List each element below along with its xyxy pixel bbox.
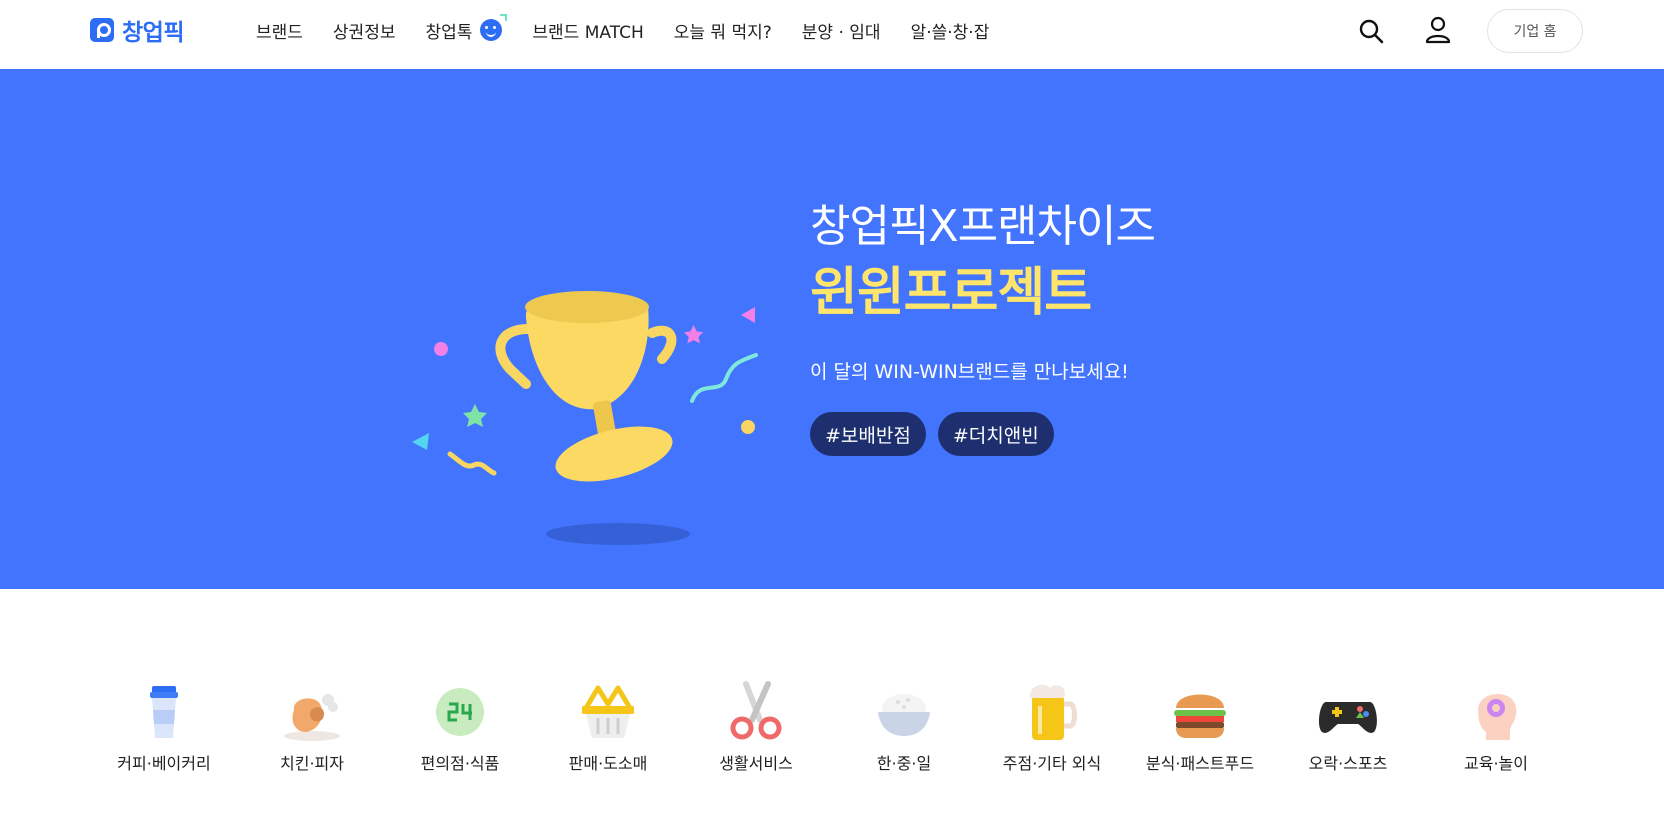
category-education-play[interactable]: 교육·놀이 <box>1422 680 1570 780</box>
brain-head-icon <box>1478 693 1517 740</box>
category-label: 분식·패스트푸드 <box>1145 754 1255 773</box>
user-icon[interactable] <box>1425 16 1451 44</box>
nav-label: 창업톡 <box>425 22 473 43</box>
trophy-illustration <box>412 291 758 545</box>
nav-label: 오늘 뭐 먹지? <box>673 22 772 43</box>
hero-tag[interactable]: #보배반점 <box>810 412 926 456</box>
shopping-basket-icon <box>582 685 634 738</box>
hero-highlight: 윈윈프로젝트 <box>810 263 1092 323</box>
category-life-service[interactable]: 생활서비스 <box>682 680 830 780</box>
hero-subtitle: 이 달의 WIN-WIN브랜드를 만나보세요! <box>810 361 1129 383</box>
hero-copy: 창업픽X프랜차이즈 윈윈프로젝트 이 달의 WIN-WIN브랜드를 만나보세요!… <box>810 199 1156 456</box>
category-entertainment-sports[interactable]: 오락·스포츠 <box>1274 680 1422 780</box>
category-bar: 커피·베이커리 치킨·피자 편의점·식품 판매·도소매 생활서비스 한·중·일 … <box>90 680 1570 780</box>
category-retail-wholesale[interactable]: 판매·도소매 <box>534 680 682 780</box>
scissors-icon <box>730 681 782 740</box>
nav-commercial-info[interactable]: 상권정보 <box>333 18 396 43</box>
rice-bowl-icon <box>878 694 930 736</box>
category-label: 판매·도소매 <box>568 754 648 773</box>
main-nav: 브랜드 상권정보 창업톡 브랜드 MATCH 오늘 뭐 먹지? 분양 · 임대 … <box>256 0 1019 60</box>
corporate-home-button[interactable]: 기업 홈 <box>1487 9 1583 53</box>
category-pub-dining[interactable]: 주점·기타 외식 <box>978 680 1126 780</box>
chicken-icon <box>284 694 340 741</box>
logo-text: 창업픽 <box>122 20 184 46</box>
category-label: 교육·놀이 <box>1464 754 1528 773</box>
nav-brand[interactable]: 브랜드 <box>256 18 303 43</box>
hero-title: 창업픽X프랜차이즈 <box>810 201 1156 252</box>
category-snack-fastfood[interactable]: 분식·패스트푸드 <box>1126 680 1274 780</box>
category-korean-chinese-japanese[interactable]: 한·중·일 <box>830 680 978 780</box>
category-label: 생활서비스 <box>719 754 793 773</box>
logo-icon <box>90 18 114 42</box>
category-label: 편의점·식품 <box>420 754 500 773</box>
nav-brand-match[interactable]: 브랜드 MATCH <box>532 18 643 43</box>
site-logo[interactable]: 창업픽 <box>90 16 184 46</box>
nav-sale-lease[interactable]: 분양 · 임대 <box>802 18 881 43</box>
category-coffee-bakery[interactable]: 커피·베이커리 <box>90 680 238 780</box>
hero-tags: #보배반점 #더치앤빈 <box>810 412 1155 456</box>
nav-label: 상권정보 <box>332 22 396 43</box>
beer-mug-icon <box>1030 684 1077 740</box>
game-controller-icon <box>1319 702 1377 733</box>
nav-label: 브랜드 <box>256 22 303 43</box>
category-label: 오락·스포츠 <box>1308 754 1388 773</box>
category-label: 한·중·일 <box>876 754 932 773</box>
category-chicken-pizza[interactable]: 치킨·피자 <box>238 680 386 780</box>
nav-what-to-eat[interactable]: 오늘 뭐 먹지? <box>674 18 772 43</box>
nav-label: 분양 · 임대 <box>801 22 881 43</box>
chat-face-icon <box>480 14 508 41</box>
nav-startup-talk[interactable]: 창업톡 <box>425 14 508 43</box>
coffee-cup-icon <box>150 686 178 738</box>
category-label: 치킨·피자 <box>280 754 344 773</box>
top-header: 창업픽 브랜드 상권정보 창업톡 브랜드 MATCH 오늘 뭐 먹지? 분양 ·… <box>0 0 1664 69</box>
category-label: 커피·베이커리 <box>117 754 211 773</box>
nav-tips[interactable]: 알·쓸·창·잡 <box>911 18 990 43</box>
hamburger-icon <box>1174 694 1226 738</box>
category-convenience-food[interactable]: 편의점·식품 <box>386 680 534 780</box>
category-label: 주점·기타 외식 <box>1002 754 1102 773</box>
nav-label: 브랜드 MATCH <box>532 22 644 43</box>
convenience-store-24-icon <box>436 688 484 736</box>
hero-tag[interactable]: #더치앤빈 <box>937 412 1054 456</box>
nav-label: 알·쓸·창·잡 <box>910 22 990 43</box>
search-icon[interactable] <box>1358 18 1384 44</box>
hero-banner[interactable]: 창업픽X프랜차이즈 윈윈프로젝트 이 달의 WIN-WIN브랜드를 만나보세요!… <box>0 69 1664 589</box>
